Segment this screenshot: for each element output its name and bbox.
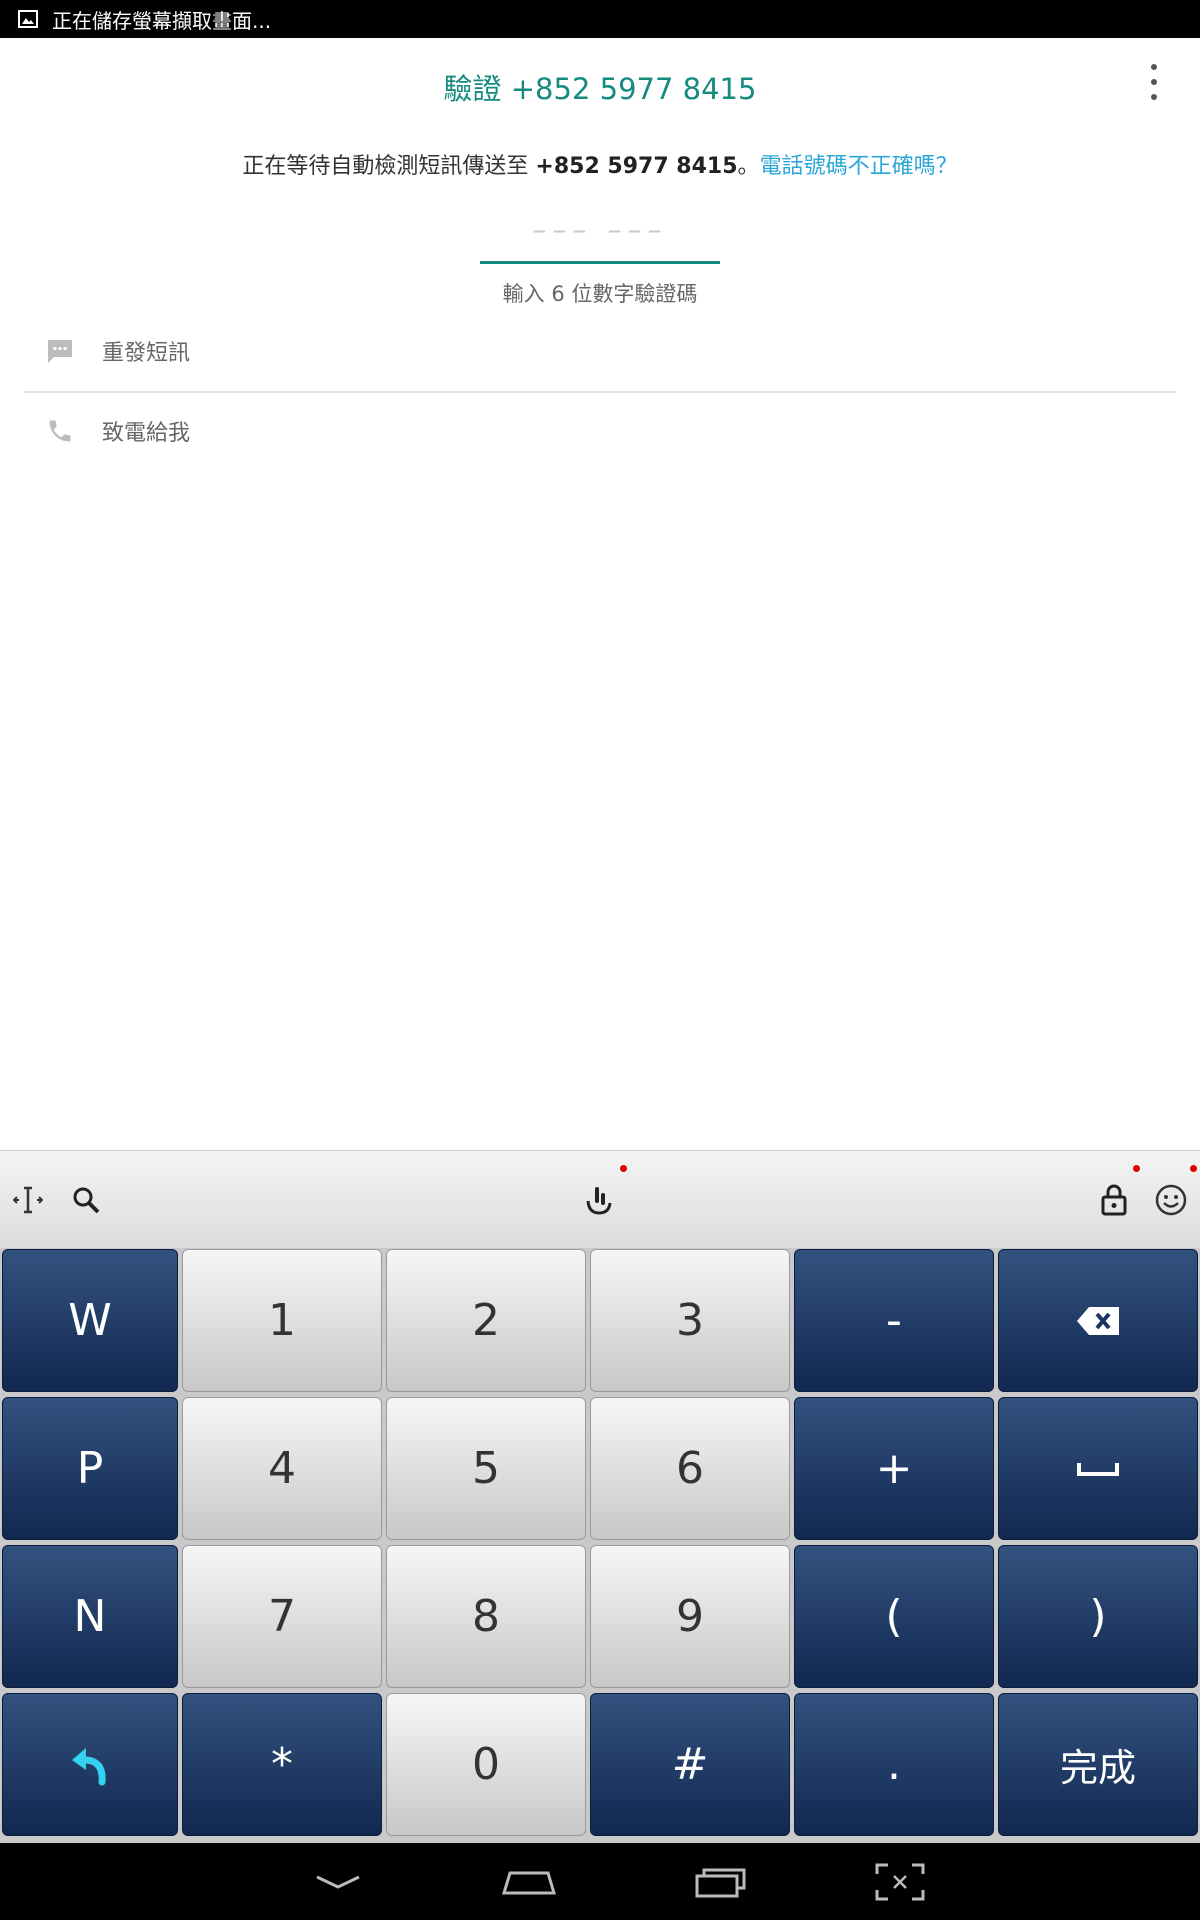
navigation-bar	[0, 1843, 1200, 1920]
key-open-paren[interactable]: (	[794, 1545, 994, 1688]
space-key[interactable]	[998, 1397, 1198, 1540]
page-title: 驗證 +852 5977 8415	[443, 72, 757, 106]
lock-icon[interactable]	[1094, 1177, 1134, 1223]
wrong-number-link[interactable]: 電話號碼不正確嗎？	[760, 154, 958, 179]
key-p[interactable]: P	[2, 1397, 178, 1540]
key-4[interactable]: 4	[182, 1397, 382, 1540]
divider	[24, 391, 1176, 393]
call-me-label: 致電給我	[102, 421, 191, 446]
notification-dot	[620, 1165, 627, 1172]
key-7[interactable]: 7	[182, 1545, 382, 1688]
key-period[interactable]: .	[794, 1693, 994, 1836]
verification-instruction: 正在等待自動檢測短訊傳送至 +852 5977 8415。電話號碼不正確嗎？	[0, 148, 1200, 180]
instruction-phone: +852 5977 8415	[535, 154, 738, 179]
key-asterisk[interactable]: *	[182, 1693, 382, 1836]
home-icon	[501, 1871, 557, 1894]
key-3[interactable]: 3	[590, 1249, 790, 1392]
space-icon	[1077, 1462, 1119, 1476]
key-minus[interactable]: -	[794, 1249, 994, 1392]
call-me-button[interactable]: 致電給我	[24, 396, 1176, 466]
notification-dot	[1133, 1165, 1140, 1172]
key-9[interactable]: 9	[590, 1545, 790, 1688]
undo-arrow-icon	[72, 1747, 106, 1785]
key-0[interactable]: 0	[386, 1693, 586, 1836]
recent-apps-button[interactable]	[676, 1843, 766, 1920]
key-6[interactable]: 6	[590, 1397, 790, 1540]
done-key[interactable]: 完成	[998, 1693, 1198, 1836]
backspace-key[interactable]	[998, 1249, 1198, 1392]
phone-icon	[44, 415, 76, 447]
key-plus[interactable]: +	[794, 1397, 994, 1540]
screenshot-icon	[875, 1863, 925, 1900]
key-close-paren[interactable]: )	[998, 1545, 1198, 1688]
code-hint: 輸入 6 位數字驗證碼	[502, 282, 698, 306]
backspace-icon	[1077, 1306, 1119, 1335]
hide-keyboard-button[interactable]	[293, 1843, 383, 1920]
notification-dot	[1190, 1165, 1197, 1172]
resend-sms-button[interactable]: 重發短訊	[24, 316, 1176, 386]
keyboard-toolbar	[0, 1150, 1200, 1249]
code-placeholder: ––– –––	[532, 213, 668, 246]
recent-apps-icon	[695, 1868, 746, 1897]
key-hash[interactable]: #	[590, 1693, 790, 1836]
key-n[interactable]: N	[2, 1545, 178, 1688]
resend-sms-label: 重發短訊	[102, 341, 191, 366]
message-icon	[44, 335, 76, 367]
status-notification-text: 正在儲存螢幕擷取畫面...	[52, 8, 272, 33]
home-button[interactable]	[484, 1843, 574, 1920]
emoji-icon[interactable]	[1150, 1177, 1192, 1223]
instruction-prefix: 正在等待自動檢測短訊傳送至	[242, 154, 536, 179]
search-icon[interactable]	[66, 1179, 106, 1221]
status-bar: 正在儲存螢幕擷取畫面...	[0, 0, 1200, 38]
key-5[interactable]: 5	[386, 1397, 586, 1540]
key-8[interactable]: 8	[386, 1545, 586, 1688]
instruction-suffix: 。	[737, 154, 760, 179]
undo-key[interactable]	[2, 1693, 178, 1836]
chevron-down-icon	[316, 1875, 360, 1889]
overflow-menu-icon[interactable]	[1144, 64, 1164, 100]
touch-gesture-icon[interactable]	[576, 1177, 622, 1223]
cursor-move-icon[interactable]	[10, 1177, 46, 1223]
image-icon	[18, 9, 38, 29]
verification-code-input[interactable]: ––– –––	[480, 205, 720, 264]
key-1[interactable]: 1	[182, 1249, 382, 1392]
screenshot-button[interactable]	[855, 1843, 945, 1920]
key-w[interactable]: W	[2, 1249, 178, 1392]
key-2[interactable]: 2	[386, 1249, 586, 1392]
numeric-keyboard: W 1 2 3 - P 4 5 6 + N 7 8 9 ( ) * 0 # . …	[0, 1248, 1200, 1843]
